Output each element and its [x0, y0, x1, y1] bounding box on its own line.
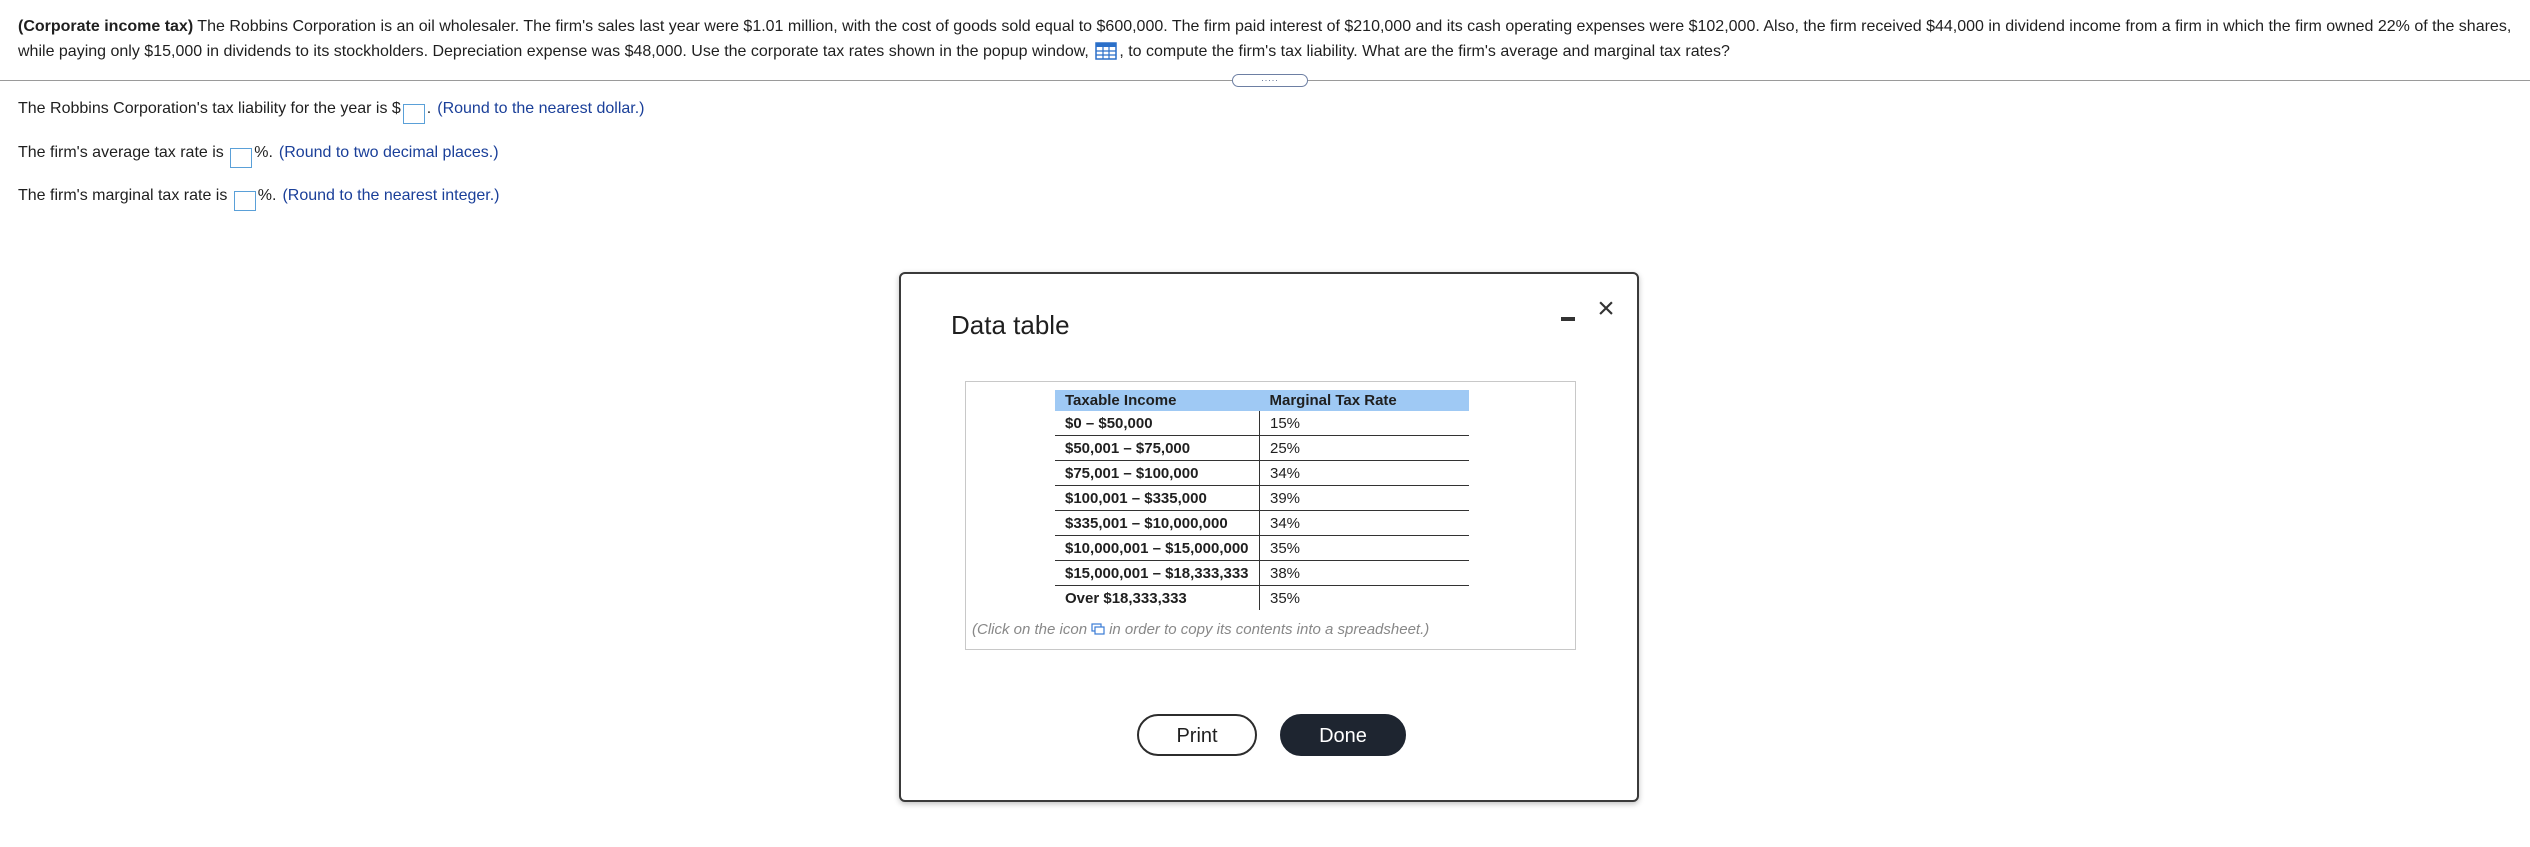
tax-rate: 34%: [1259, 460, 1469, 486]
income-bracket: $50,001 – $75,000: [1055, 435, 1260, 461]
rounding-hint: (Round to two decimal places.): [278, 144, 499, 161]
table-row: $335,001 – $10,000,000 34%: [1055, 510, 1469, 536]
dialog-title: Data table: [951, 310, 1070, 340]
copy-note-text: (Click on the icon: [972, 621, 1088, 638]
tax-rate: 35%: [1259, 535, 1469, 561]
close-icon[interactable]: ×: [1593, 294, 1619, 324]
question-suffix: .: [426, 100, 432, 117]
tax-rate: 34%: [1259, 510, 1469, 536]
income-bracket: $100,001 – $335,000: [1055, 485, 1260, 511]
marginal-rate-input[interactable]: [233, 190, 256, 211]
table-row: $0 – $50,000 15%: [1055, 411, 1469, 436]
print-button[interactable]: Print: [1137, 714, 1257, 756]
divider-handle[interactable]: .....: [1232, 74, 1308, 87]
question-label: The firm's marginal tax rate is: [18, 187, 232, 204]
income-bracket: $335,001 – $10,000,000: [1055, 510, 1260, 536]
income-bracket: $0 – $50,000: [1055, 411, 1260, 436]
tax-rate: 38%: [1259, 560, 1469, 586]
table-header-row: Taxable Income Marginal Tax Rate: [1055, 390, 1469, 411]
table-row: $50,001 – $75,000 25%: [1055, 435, 1469, 461]
minimize-icon[interactable]: [1559, 306, 1577, 324]
income-bracket: $75,001 – $100,000: [1055, 460, 1260, 486]
question-suffix: %.: [254, 144, 273, 161]
copy-note: (Click on the icon in order to copy its c…: [972, 621, 1429, 638]
question-marginal-rate: The firm's marginal tax rate is %. (Round…: [18, 185, 499, 211]
income-bracket: Over $18,333,333: [1055, 585, 1260, 610]
rounding-hint: (Round to the nearest dollar.): [437, 100, 645, 117]
header-taxable-income: Taxable Income: [1055, 390, 1260, 411]
tax-rate: 15%: [1259, 411, 1469, 436]
copy-icon[interactable]: [1091, 622, 1105, 635]
income-bracket: $10,000,001 – $15,000,000: [1055, 535, 1260, 561]
question-tax-liability: The Robbins Corporation's tax liability …: [18, 98, 644, 124]
table-row: $10,000,001 – $15,000,000 35%: [1055, 535, 1469, 561]
question-suffix: %.: [257, 187, 277, 204]
problem-lead: (Corporate income tax): [18, 18, 194, 35]
data-table-dialog: Data table × Taxable Income Marginal Tax…: [899, 272, 1639, 802]
table-row: $100,001 – $335,000 39%: [1055, 485, 1469, 511]
question-average-rate: The firm's average tax rate is %. (Round …: [18, 142, 499, 168]
table-row: $15,000,001 – $18,333,333 38%: [1055, 560, 1469, 586]
copy-note-text-end: in order to copy its contents into a spr…: [1109, 621, 1430, 638]
tax-rate: 35%: [1270, 589, 1301, 607]
table-container: Taxable Income Marginal Tax Rate $0 – $5…: [965, 381, 1576, 650]
tax-rate-table: Taxable Income Marginal Tax Rate $0 – $5…: [1055, 390, 1469, 610]
header-marginal-rate: Marginal Tax Rate: [1259, 390, 1469, 411]
table-row: $75,001 – $100,000 34%: [1055, 460, 1469, 486]
problem-statement: (Corporate income tax) The Robbins Corpo…: [18, 14, 2512, 64]
table-icon[interactable]: [1095, 42, 1118, 60]
rounding-hint: (Round to the nearest integer.): [282, 187, 500, 204]
table-row: Over $18,333,333 35%: [1055, 585, 1469, 610]
tax-rate: 25%: [1259, 435, 1469, 461]
income-bracket: $15,000,001 – $18,333,333: [1055, 560, 1260, 586]
tax-liability-input[interactable]: [402, 103, 425, 124]
average-rate-input[interactable]: [230, 147, 253, 168]
question-label: The firm's average tax rate is: [18, 144, 229, 161]
tax-rate: 39%: [1259, 485, 1469, 511]
done-button[interactable]: Done: [1280, 714, 1406, 756]
problem-text-end: , to compute the firm's tax liability. W…: [1119, 43, 1730, 60]
question-label: The Robbins Corporation's tax liability …: [18, 100, 401, 117]
